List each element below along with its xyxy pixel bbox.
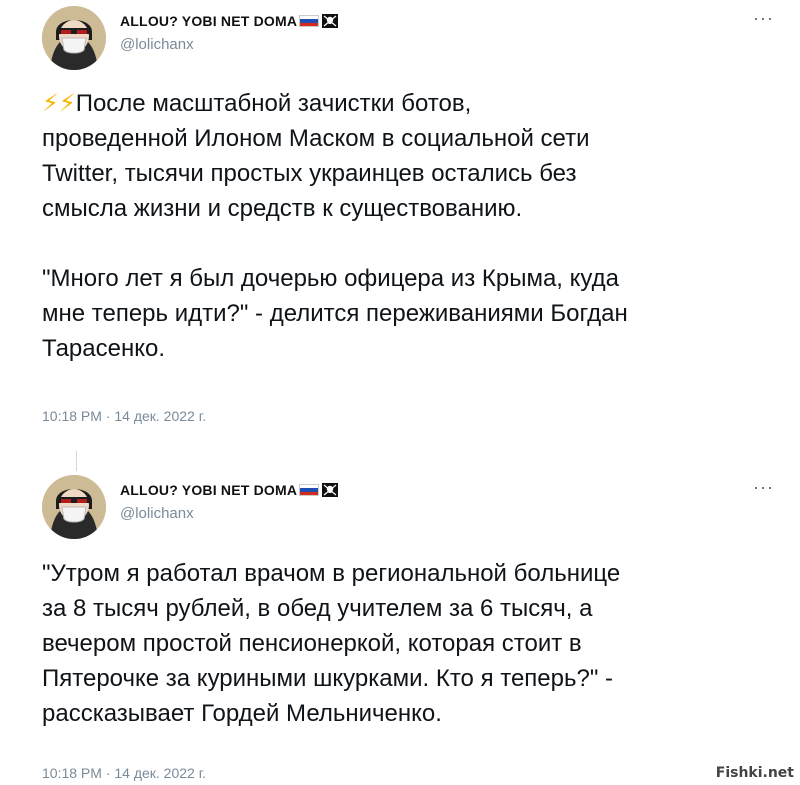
username-handle[interactable]: @lolichanx <box>120 505 194 522</box>
lightning-icon: ⚡⚡ <box>42 90 76 117</box>
more-options-button[interactable]: ··· <box>753 477 774 498</box>
watermark: Fishki.net <box>715 765 794 781</box>
tweet-body: После масштабной зачистки ботов, проведе… <box>42 90 628 362</box>
avatar[interactable] <box>42 6 106 70</box>
skull-crossbones-icon <box>322 483 339 497</box>
russia-flag-icon <box>299 484 320 496</box>
display-name[interactable]: ALLOU? YOBI NET DOMA <box>120 13 339 29</box>
tweet-timestamp[interactable]: 10:18 PM · 14 дек. 2022 г. <box>42 765 206 781</box>
tweet-timestamp[interactable]: 10:18 PM · 14 дек. 2022 г. <box>42 408 206 424</box>
username-handle[interactable]: @lolichanx <box>120 36 194 53</box>
tweet-text: "Утром я работал врачом в региональной б… <box>42 560 621 727</box>
display-name[interactable]: ALLOU? YOBI NET DOMA <box>120 482 339 498</box>
display-name-text: ALLOU? YOBI NET DOMA <box>120 482 298 498</box>
more-options-button[interactable]: ··· <box>753 8 774 29</box>
thread-connector-line <box>76 451 77 471</box>
russia-flag-icon <box>299 15 320 27</box>
tweet-text: ⚡⚡После масштабной зачистки ботов, прове… <box>42 86 782 366</box>
display-name-text: ALLOU? YOBI NET DOMA <box>120 13 298 29</box>
avatar[interactable] <box>42 475 106 539</box>
skull-crossbones-icon <box>322 14 339 28</box>
tweet-2: ALLOU? YOBI NET DOMA @lolichanx ··· "Утр… <box>0 451 800 785</box>
tweet-1: ALLOU? YOBI NET DOMA @lolichanx ··· ⚡⚡По… <box>0 0 800 455</box>
